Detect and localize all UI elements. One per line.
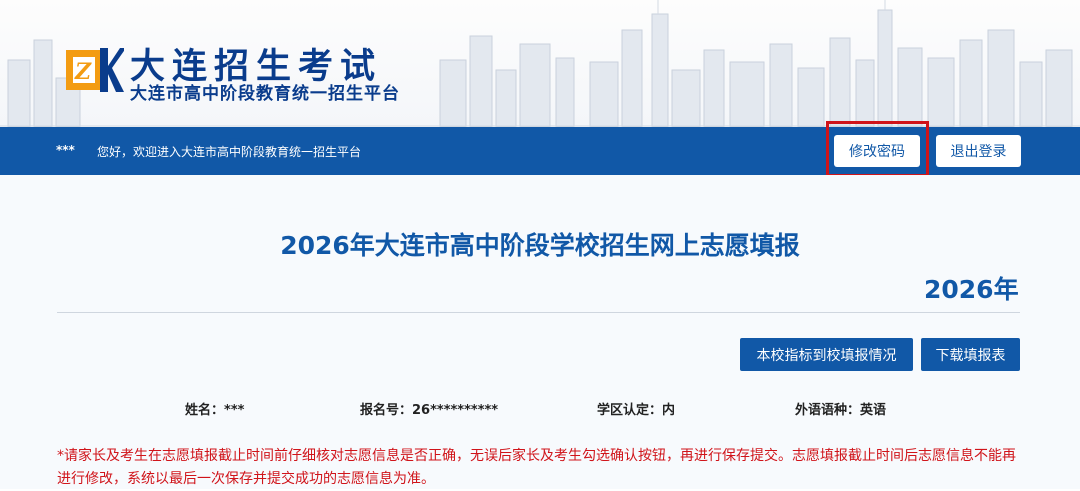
- site-subtitle: 大连市高中阶段教育统一招生平台: [130, 84, 400, 104]
- district-field: 学区认定：内: [597, 399, 675, 418]
- welcome-message: 您好，欢迎进入大连市高中阶段教育统一招生平台: [97, 145, 362, 159]
- logout-button[interactable]: 退出登录: [936, 135, 1021, 167]
- notice-text: *请家长及考生在志愿填报截止时间前仔细核对志愿信息是否正确，无误后家长及考生勾选…: [57, 448, 1016, 487]
- user-name: ***: [56, 143, 75, 157]
- district-value: 内: [662, 403, 676, 418]
- main-content: [0, 175, 1080, 489]
- divider: [57, 312, 1020, 313]
- school-quota-button[interactable]: 本校指标到校填报情况: [740, 338, 913, 371]
- foreign-language-field: 外语语种：英语: [795, 399, 886, 418]
- student-name-value: ***: [224, 403, 245, 418]
- registration-number-field: 报名号：26**********: [360, 399, 498, 418]
- student-name-label: 姓名：: [185, 403, 225, 418]
- foreign-language-value: 英语: [860, 403, 887, 418]
- year-label: 2026年: [924, 275, 1019, 304]
- page-title: 2026年大连市高中阶段学校招生网上志愿填报: [280, 231, 800, 260]
- change-password-highlight: [826, 121, 929, 177]
- svg-text:Z: Z: [74, 59, 92, 85]
- foreign-language-label: 外语语种：: [795, 403, 861, 418]
- student-name-field: 姓名：***: [185, 399, 244, 418]
- site-header: Z 大连招生考试 大连市高中阶段教育统一招生平台: [0, 0, 1080, 127]
- logo-icon: Z: [66, 48, 124, 92]
- registration-number-value: 26**********: [412, 403, 499, 418]
- download-form-button[interactable]: 下载填报表: [921, 338, 1020, 371]
- district-label: 学区认定：: [597, 403, 663, 418]
- registration-number-label: 报名号：: [360, 403, 413, 418]
